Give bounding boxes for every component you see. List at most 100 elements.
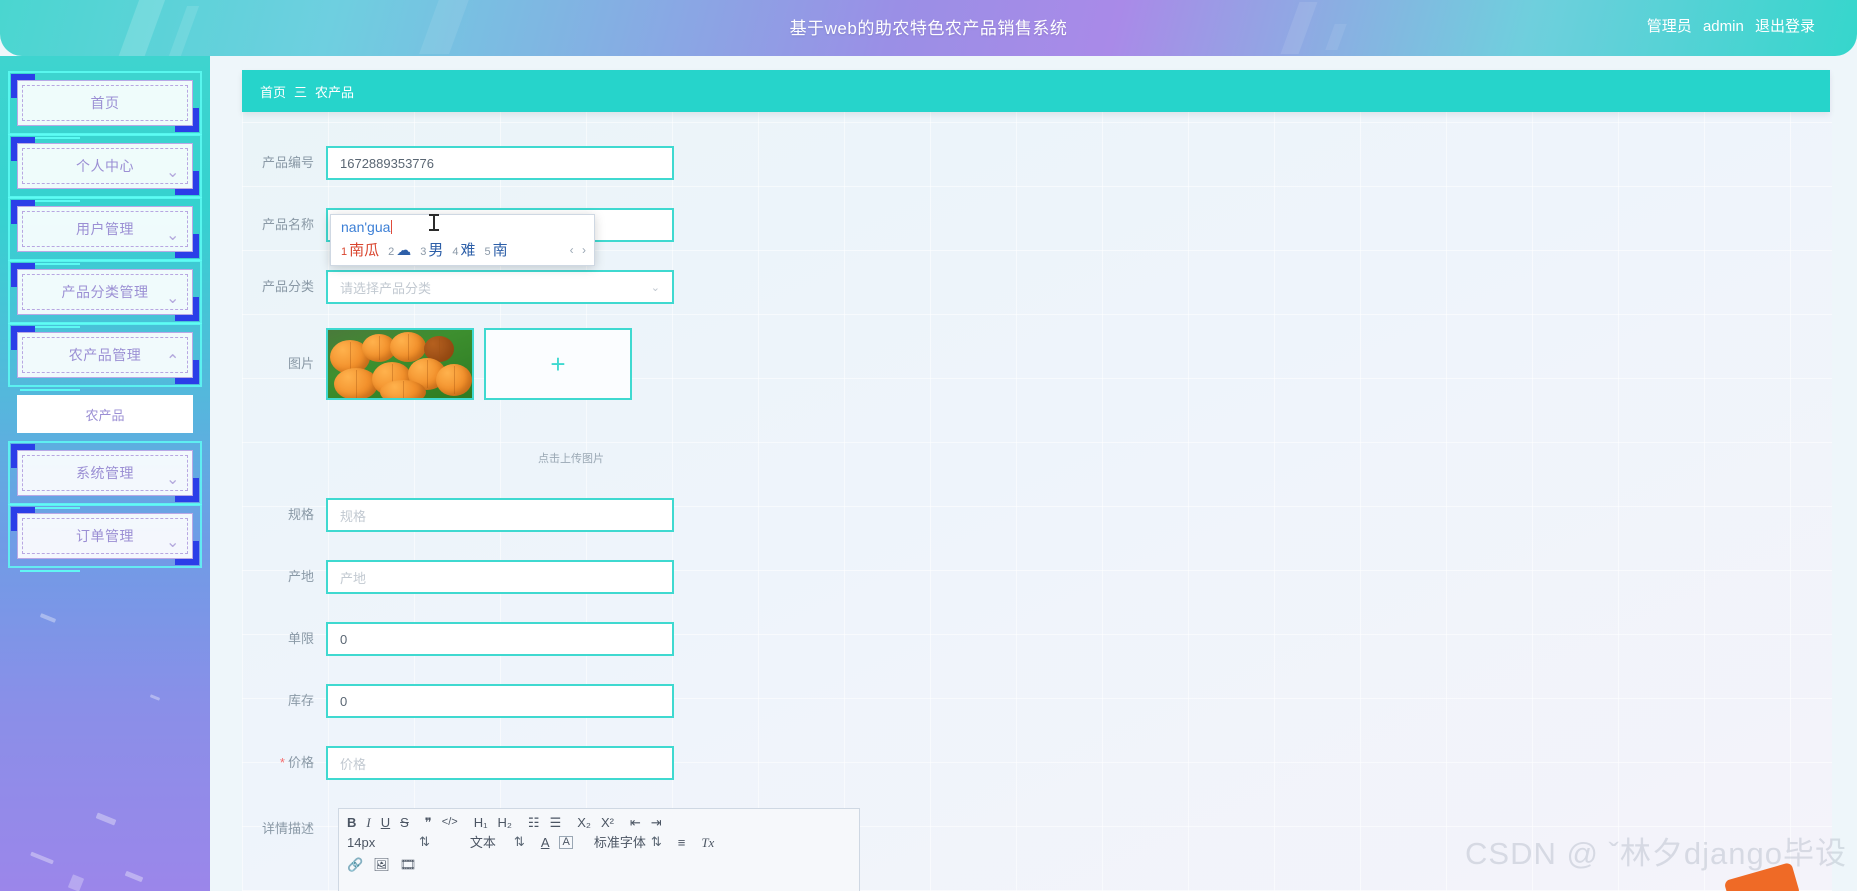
ime-prev-page-icon[interactable]: ‹ [570, 243, 574, 257]
product-no-input[interactable]: 1672889353776 [326, 146, 674, 180]
order-limit-value: 0 [340, 631, 348, 647]
logout-link[interactable]: 退出登录 [1755, 18, 1815, 35]
menu-box[interactable]: 用户管理 ⌄ [17, 206, 193, 252]
app-header: 基于web的助农特色农产品销售系统 管理员 admin 退出登录 [0, 0, 1857, 56]
label-stock: 库存 [287, 693, 314, 708]
background-color-icon[interactable]: A [559, 835, 573, 849]
product-no-value: 1672889353776 [340, 155, 434, 171]
menu-box[interactable]: 个人中心 ⌄ [17, 143, 193, 189]
sidebar-item-system-management[interactable]: 系统管理 ⌄ [8, 441, 202, 509]
sidebar: 首页 个人中心 ⌄ 用户管理 ⌄ 产品分类管理 ⌄ 农产品管理 ⌃ 农产品 系统… [0, 56, 210, 891]
ime-next-page-icon[interactable]: › [582, 243, 586, 257]
ime-candidate-number: 5 [484, 246, 491, 258]
sidebar-item-label: 产品分类管理 [61, 284, 149, 300]
menu-box[interactable]: 产品分类管理 ⌄ [17, 269, 193, 315]
sidebar-item-home[interactable]: 首页 [8, 71, 202, 139]
price-input[interactable]: 价格 [326, 746, 674, 780]
superscript-icon[interactable]: X² [601, 816, 614, 829]
sidebar-item-category-management[interactable]: 产品分类管理 ⌄ [8, 260, 202, 328]
ime-candidate-3[interactable]: 3 男 [420, 239, 443, 260]
spec-input[interactable]: 规格 [326, 498, 674, 532]
menu-box[interactable]: 订单管理 ⌄ [17, 513, 193, 559]
font-size-select[interactable]: 14px [347, 836, 419, 849]
user-role: 管理员 [1646, 18, 1692, 35]
product-image-thumbnail[interactable] [326, 328, 474, 400]
heading-1-icon[interactable]: H₁ [474, 816, 488, 829]
sidebar-item-label: 首页 [90, 95, 120, 111]
form-row-stock: 库存 0 [242, 684, 674, 718]
form-row-category: 产品分类 请选择产品分类 ⌄ [242, 270, 674, 304]
breadcrumb-home[interactable]: 首页 [260, 82, 286, 101]
image-icon[interactable]: 🖼 [373, 858, 390, 871]
sidebar-item-user-management[interactable]: 用户管理 ⌄ [8, 197, 202, 265]
text-style-spinner-icon[interactable]: ⇅ [514, 834, 525, 850]
ime-candidate-word: 难 [460, 242, 476, 259]
sidebar-item-order-management[interactable]: 订单管理 ⌄ [8, 504, 202, 572]
chevron-down-icon: ⌄ [166, 471, 180, 488]
sidebar-item-label: 个人中心 [76, 158, 134, 174]
origin-input[interactable]: 产地 [326, 560, 674, 594]
font-size-spinner-icon[interactable]: ⇅ [419, 834, 430, 850]
ime-candidate-5[interactable]: 5 南 [485, 239, 508, 260]
label-spec: 规格 [287, 507, 314, 522]
link-icon[interactable]: 🔗 [347, 858, 363, 871]
ime-candidate-4[interactable]: 4 难 [452, 239, 475, 260]
menu-box[interactable]: 农产品管理 ⌃ [17, 332, 193, 378]
required-marker: * [279, 755, 285, 770]
chevron-down-icon: ⌄ [166, 227, 180, 244]
price-placeholder: 价格 [340, 756, 367, 772]
breadcrumb: 首页 三 农产品 [242, 70, 1830, 112]
category-select[interactable]: 请选择产品分类 ⌄ [326, 270, 674, 304]
font-family-spinner-icon[interactable]: ⇅ [651, 834, 662, 850]
font-family-select[interactable]: 标准字体 [589, 836, 651, 849]
code-icon[interactable]: </> [442, 816, 458, 828]
label-category: 产品分类 [261, 279, 314, 294]
underline-icon[interactable]: U [381, 816, 390, 829]
strikethrough-icon[interactable]: S [400, 816, 409, 829]
ime-candidate-word: 南 [492, 242, 508, 259]
spec-placeholder: 规格 [340, 508, 367, 524]
sidebar-decoration [30, 851, 54, 865]
ime-candidate-popup[interactable]: nan'gua 1 南瓜 2 ☁ 3 男 4 难 5 南 ‹ › [330, 214, 595, 266]
stock-input[interactable]: 0 [326, 684, 674, 718]
add-image-button[interactable]: + [484, 328, 632, 400]
sidebar-subitem-product[interactable]: 农产品 [17, 395, 193, 433]
ime-candidate-number: 4 [452, 246, 459, 258]
sidebar-item-profile[interactable]: 个人中心 ⌄ [8, 134, 202, 202]
sidebar-item-product-management[interactable]: 农产品管理 ⌃ [8, 323, 202, 391]
ordered-list-icon[interactable]: ☷ [528, 816, 540, 829]
rich-text-editor[interactable]: B I U S ❞ </> H₁ H₂ ☷ ☰ X₂ X² ⇤ ⇥ 14px ⇅… [338, 808, 860, 891]
chevron-down-icon: ⌄ [166, 164, 180, 181]
align-icon[interactable]: ≡ [678, 836, 686, 849]
origin-placeholder: 产地 [340, 570, 367, 586]
outdent-icon[interactable]: ⇤ [630, 816, 641, 829]
subscript-icon[interactable]: X₂ [577, 816, 591, 829]
sidebar-decoration [124, 870, 144, 883]
ime-candidate-word: ☁ [396, 241, 412, 259]
label-order-limit: 单限 [287, 631, 314, 646]
ime-candidate-1[interactable]: 1 南瓜 [341, 239, 379, 260]
text-style-select[interactable]: 文本 [452, 836, 514, 849]
ime-candidate-number: 3 [420, 246, 427, 258]
label-price-text: 价格 [287, 755, 314, 770]
bold-icon[interactable]: B [347, 816, 356, 829]
menu-box[interactable]: 系统管理 ⌄ [17, 450, 193, 496]
indent-icon[interactable]: ⇥ [651, 816, 662, 829]
order-limit-input[interactable]: 0 [326, 622, 674, 656]
text-color-icon[interactable]: A [541, 836, 550, 849]
blockquote-icon[interactable]: ❞ [425, 816, 432, 829]
menu-box[interactable]: 首页 [17, 80, 193, 126]
ime-candidate-2[interactable]: 2 ☁ [388, 241, 411, 259]
text-cursor-icon [429, 214, 439, 231]
breadcrumb-separator-icon: 三 [294, 84, 308, 100]
pumpkin-shape [390, 332, 426, 362]
clear-format-icon[interactable]: Tx [701, 836, 714, 849]
italic-icon[interactable]: I [366, 816, 370, 829]
header-user-area: 管理员 admin 退出登录 [1640, 15, 1815, 36]
label-image: 图片 [287, 356, 314, 371]
bullet-list-icon[interactable]: ☰ [550, 816, 562, 829]
video-icon[interactable]: 🎞 [400, 858, 417, 871]
user-name: admin [1702, 18, 1744, 35]
heading-2-icon[interactable]: H₂ [497, 816, 511, 829]
form-row-product-no: 产品编号 1672889353776 [242, 146, 674, 180]
